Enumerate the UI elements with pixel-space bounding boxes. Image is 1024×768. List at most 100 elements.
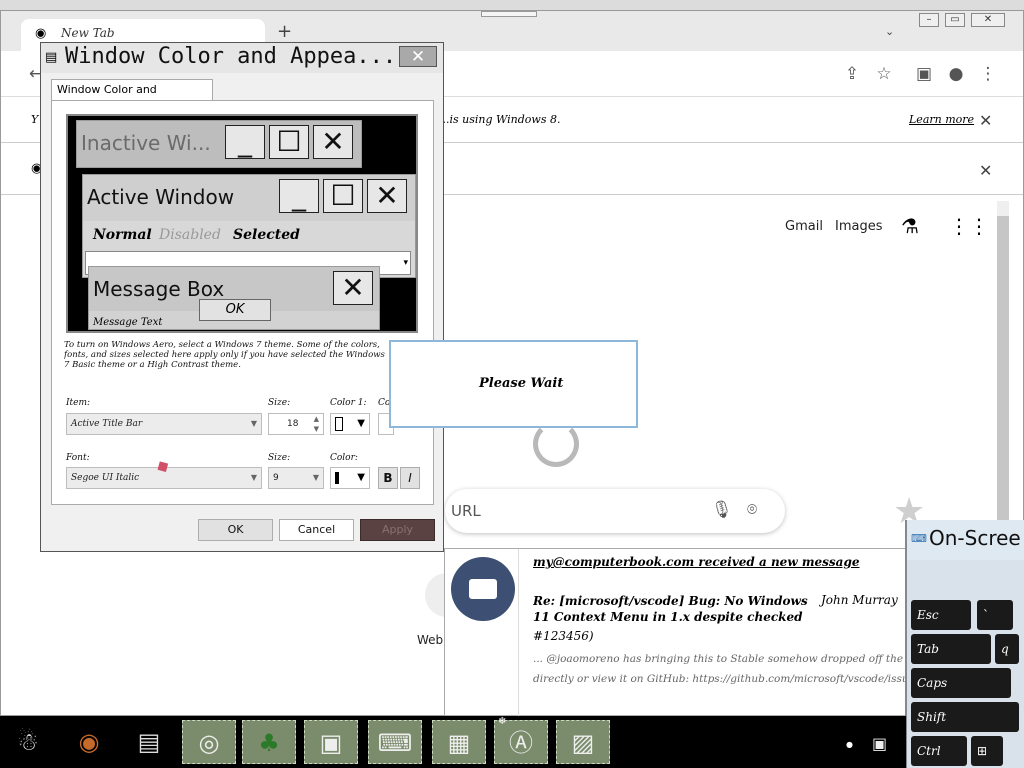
divider [518, 549, 519, 717]
key-tab[interactable]: Tab [911, 634, 991, 664]
scrollbar-thumb[interactable] [997, 216, 1009, 526]
start-orb-icon[interactable]: ☃ [0, 720, 56, 764]
chevron-down-icon: ▼ [250, 419, 257, 428]
chevron-down-icon: ▼ [250, 473, 257, 482]
message-text: Message Text [93, 317, 163, 328]
maximize-icon: ☐ [269, 125, 309, 159]
chevron-down-icon: ▼ [357, 472, 365, 483]
close-icon: ✕ [313, 125, 353, 159]
color1-picker[interactable]: ▼ [330, 413, 370, 435]
mail-notification[interactable]: my@computerbook.com received a new messa… [444, 548, 906, 717]
photo-viewer-icon[interactable]: ▣ [304, 720, 358, 764]
inactive-title: Inactive Wi... [81, 131, 211, 155]
size-spinner[interactable]: 18 ▲ ▼ [268, 413, 324, 435]
preview-inactive-title-bar: Inactive Wi... _ ☐ ✕ [77, 121, 361, 167]
notification-body-line1: ... @joaomoreno has bringing this to Sta… [533, 653, 905, 665]
item-select[interactable]: Active Title Bar ▼ [66, 413, 262, 435]
search-box[interactable]: URL 🎙 ⌾ [445, 489, 785, 533]
profile-avatar-icon[interactable]: ● [945, 63, 967, 85]
font-size-select[interactable]: 9 ▼ [268, 467, 324, 489]
drag-handle[interactable] [481, 11, 537, 17]
dialog-close-button[interactable]: ✕ [399, 46, 437, 67]
please-wait-dialog: Please Wait [389, 340, 638, 428]
thunderbird-icon [451, 557, 515, 621]
key-esc[interactable]: Esc [911, 600, 971, 630]
chrome-icon: ◉ [35, 26, 47, 41]
preview-message-box: Message Box ✕ Message Text OK [88, 266, 380, 330]
active-title: Active Window [87, 185, 235, 209]
images-link[interactable]: Images [835, 219, 883, 234]
bold-toggle[interactable]: B [378, 467, 398, 489]
ok-button[interactable]: OK [198, 519, 273, 541]
spinner-arrows-icon[interactable]: ▲ ▼ [314, 414, 319, 434]
new-tab-button[interactable]: + [277, 21, 292, 42]
chrome-taskbar-icon[interactable]: ◎ [182, 720, 236, 764]
osk-title-bar[interactable]: ⌨ On-Scree [907, 520, 1024, 560]
on-screen-keyboard: ⌨ On-Scree Esc ` Tab q Caps Shift Ctrl ⊞ [905, 520, 1024, 768]
key-q[interactable]: q [995, 634, 1019, 664]
tree-app-icon[interactable]: ♣ [242, 720, 296, 764]
minimize-icon: _ [279, 179, 319, 213]
font-value: Segoe UI Italic [71, 473, 140, 483]
maximize-button[interactable]: ▭ [945, 13, 965, 27]
notification-body-line2: directly or view it on GitHub: https://g… [533, 673, 905, 685]
labs-flask-icon[interactable]: ⚗ [901, 214, 919, 238]
size-value: 18 [287, 419, 299, 429]
keyboard-icon: ⌨ [911, 532, 927, 545]
info-text-right: ...is using Windows 8. [439, 113, 561, 126]
bookmark-star-icon[interactable]: ☆ [873, 63, 895, 85]
camera-lens-icon[interactable]: ⌾ [747, 500, 757, 520]
color-swatch [335, 471, 339, 484]
file-explorer-icon[interactable]: ▤ [122, 720, 176, 764]
learn-more-link[interactable]: Learn more [909, 113, 974, 126]
close-info-bar-2-icon[interactable]: ✕ [979, 161, 992, 180]
item-value: Active Title Bar [71, 419, 143, 429]
item-label: Item: [66, 398, 91, 408]
notification-sender: John Murray [821, 593, 898, 607]
appearance-preview: Inactive Wi... _ ☐ ✕ Active Window _ ☐ ✕… [66, 114, 418, 333]
font-color-label: Color: [330, 453, 358, 463]
shortcut-label[interactable]: Web [417, 633, 443, 647]
dialog-title-bar[interactable]: ▤ Window Color and Appea... ✕ [41, 43, 443, 73]
control-panel-icon[interactable]: ▦ [432, 720, 486, 764]
close-info-bar-icon[interactable]: ✕ [979, 111, 992, 130]
key-shift[interactable]: Shift [911, 702, 1019, 732]
font-size-value: 9 [273, 473, 279, 483]
key-windows-icon[interactable]: ⊞ [971, 736, 1003, 766]
close-icon: ✕ [367, 179, 407, 213]
scroll-down-arrow-icon: ▾ [403, 258, 408, 268]
color-swatch [335, 416, 343, 431]
tab-title: New Tab [61, 26, 115, 40]
italic-toggle[interactable]: I [400, 467, 420, 489]
microphone-icon[interactable]: 🎙 [711, 500, 733, 520]
please-wait-text: Please Wait [479, 376, 564, 391]
tab-search-chevron-icon[interactable]: ⌄ [885, 25, 894, 38]
search-input[interactable]: URL [451, 502, 481, 520]
minimize-button[interactable]: – [919, 13, 939, 27]
font-color-picker[interactable]: ▼ [330, 467, 370, 489]
window-close-button[interactable]: ✕ [971, 13, 1005, 27]
key-caps[interactable]: Caps [911, 668, 1011, 698]
display-settings-icon[interactable]: ▨ [556, 720, 610, 764]
apply-button[interactable]: Apply [360, 519, 435, 541]
dialog-title: Window Color and Appea... [65, 44, 397, 69]
key-backtick[interactable]: ` [977, 600, 1013, 630]
notification-subject-tail: #123456) [533, 629, 594, 643]
side-panel-icon[interactable]: ▣ [913, 63, 935, 85]
tab-window-color[interactable]: Window Color and Appearance [51, 79, 213, 116]
preview-active-window: Active Window _ ☐ ✕ Normal Disabled Sele… [82, 174, 416, 278]
gmail-link[interactable]: Gmail [785, 219, 823, 234]
cancel-button[interactable]: Cancel [279, 519, 354, 541]
key-ctrl[interactable]: Ctrl [911, 736, 967, 766]
firefox-icon[interactable]: ◉ [62, 720, 116, 764]
tray-app-icon[interactable]: ▣ [872, 734, 887, 753]
tray-dot-icon: ● [846, 740, 853, 749]
color1-label: Color 1: [330, 398, 367, 408]
dialog-icon: ▤ [45, 50, 58, 65]
size-label: Size: [268, 398, 291, 408]
share-icon[interactable]: ⇪ [841, 63, 863, 85]
computer-icon[interactable]: ⌨ [368, 720, 422, 764]
menu-selected: Selected [233, 227, 300, 243]
apps-grid-icon[interactable]: ⋮⋮ [949, 214, 989, 238]
menu-kebab-icon[interactable]: ⋮ [977, 63, 999, 85]
